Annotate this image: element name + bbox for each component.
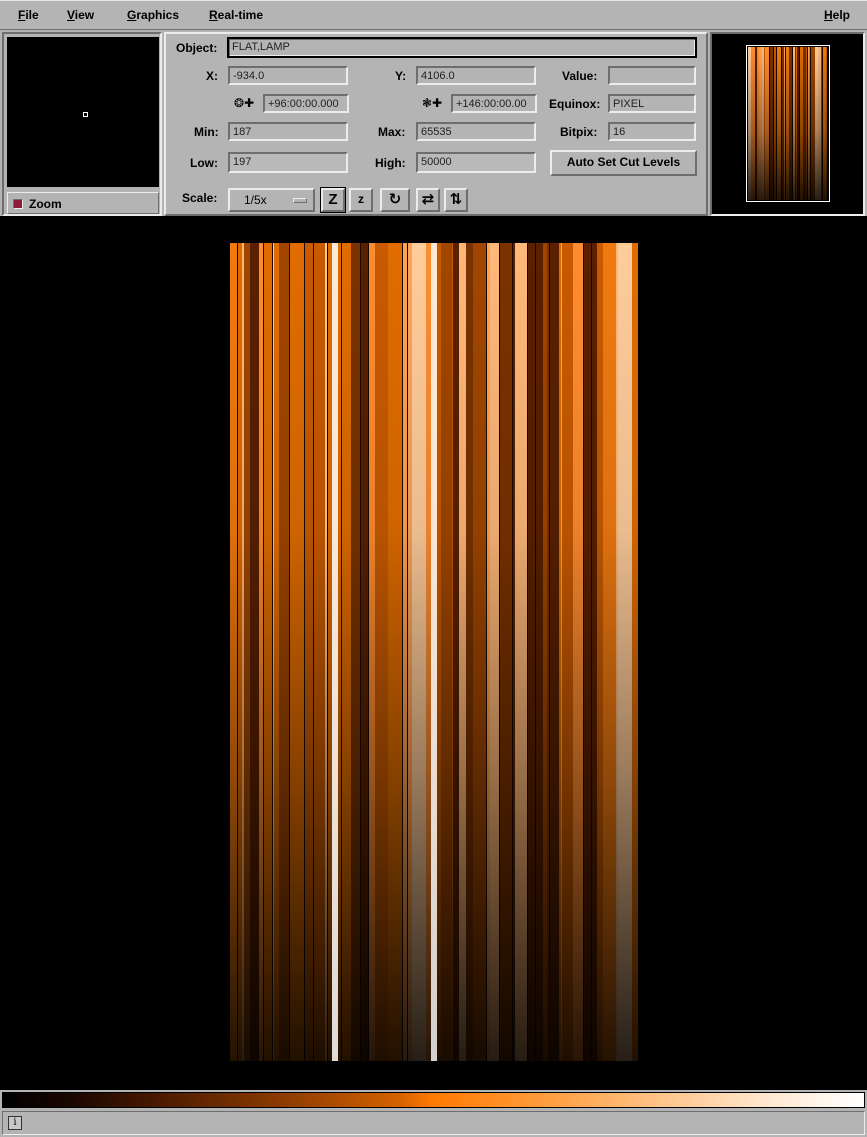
menu-bar: File View Graphics Real-time Help: [0, 0, 867, 30]
menu-graphics[interactable]: Graphics: [127, 8, 179, 22]
object-label: Object:: [176, 41, 218, 55]
dec-crosshair-icon: ❃✚: [422, 96, 443, 110]
bitpix-field: 16: [608, 122, 696, 141]
menu-help[interactable]: Help: [824, 8, 850, 22]
max-field: 65535: [416, 122, 536, 141]
image-display[interactable]: [0, 216, 867, 1090]
menu-file[interactable]: File: [18, 8, 39, 22]
object-field: FLAT,LAMP: [227, 37, 697, 58]
zoom-in-icon: Z: [328, 191, 338, 208]
rotate-icon: ↻: [388, 191, 402, 208]
x-field: -934.0: [228, 66, 348, 85]
y-label: Y:: [395, 69, 407, 83]
x-label: X:: [206, 69, 218, 83]
max-label: Max:: [378, 125, 406, 139]
zoom-in-button[interactable]: Z: [321, 188, 345, 212]
auto-set-cut-levels-button[interactable]: Auto Set Cut Levels: [550, 150, 697, 176]
y-field: 4106.0: [416, 66, 536, 85]
dec-field: +146:00:00.00: [451, 94, 537, 113]
equinox-label: Equinox:: [549, 97, 601, 111]
image-info-panel: Object: FLAT,LAMP X: -934.0 Y: 4106.0 Va…: [164, 32, 708, 216]
low-label: Low:: [190, 156, 218, 170]
zoom-checkbox[interactable]: [13, 199, 23, 209]
flip-y-button[interactable]: ⇅: [444, 188, 468, 212]
ra-field: +96:00:00.000: [263, 94, 349, 113]
zoom-toggle-button[interactable]: Zoom: [7, 192, 159, 214]
zoom-out-icon: z: [358, 192, 364, 206]
low-cut-input[interactable]: 197: [228, 152, 348, 173]
high-cut-input[interactable]: 50000: [416, 152, 536, 173]
value-field: [608, 66, 696, 85]
zoom-panel: Zoom: [2, 32, 162, 216]
colorbar[interactable]: [2, 1092, 865, 1108]
pan-panel[interactable]: [710, 32, 865, 216]
flip-y-icon: ⇅: [449, 191, 463, 208]
pan-viewport-box[interactable]: [746, 45, 830, 202]
bitpix-label: Bitpix:: [560, 125, 598, 139]
zoom-out-button[interactable]: z: [349, 188, 373, 212]
menu-realtime[interactable]: Real-time: [209, 8, 263, 22]
scale-dropdown[interactable]: 1/5x: [228, 188, 315, 212]
menu-view[interactable]: View: [67, 8, 94, 22]
flip-x-icon: ⇄: [421, 191, 435, 208]
info-icon[interactable]: i: [8, 1116, 22, 1130]
value-label: Value:: [562, 69, 598, 83]
status-bar: i: [2, 1111, 865, 1135]
min-field: 187: [228, 122, 348, 141]
high-label: High:: [375, 156, 406, 170]
zoom-view[interactable]: [7, 37, 159, 187]
scale-label: Scale:: [182, 191, 218, 205]
dropdown-indicator-icon: [293, 198, 307, 203]
bottom-panel: i: [0, 1090, 867, 1137]
zoom-label: Zoom: [29, 197, 62, 211]
flip-x-button[interactable]: ⇄: [416, 188, 440, 212]
flat-lamp-image: [230, 243, 638, 1061]
min-label: Min:: [194, 125, 219, 139]
scale-value: 1/5x: [244, 193, 267, 207]
zoom-cursor-marker: [83, 112, 88, 117]
rotate-button[interactable]: ↻: [380, 188, 410, 212]
equinox-field: PIXEL: [608, 94, 696, 113]
ra-crosshair-icon: ❂✚: [234, 96, 255, 110]
